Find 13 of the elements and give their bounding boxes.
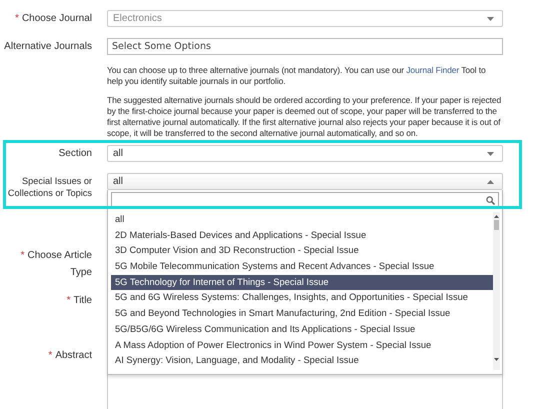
field-label: Choose Journal bbox=[22, 13, 92, 24]
required-mark: * bbox=[48, 350, 52, 361]
field-label: Title bbox=[73, 295, 92, 306]
help-paragraph: The suggested alternative journals should be ordered according to your preference. If your paper is rejected by the first-choice journal because your paper is deemed out of scope, your paper will be transferred to the first alternative journal automatically. If the first alternative journal also rejects your paper because it is out of scope, it will be transferred to the second alternative journal automatically, and so on. bbox=[107, 95, 502, 139]
field-label: Alternative Journals bbox=[4, 41, 92, 52]
field-label: Section bbox=[58, 148, 92, 159]
field-label: Abstract bbox=[55, 350, 92, 361]
field-label: Special Issues or Collections or Topics bbox=[8, 176, 92, 198]
required-mark: * bbox=[20, 250, 25, 261]
field-label: Choose Article Type bbox=[28, 250, 92, 278]
required-mark: * bbox=[15, 13, 19, 24]
required-mark: * bbox=[66, 295, 70, 306]
help-paragraph: You can choose up to three alternative journals (not mandatory). You can use our Journal Finder Tool to help you identify suitable journals in our portfolio. bbox=[107, 65, 487, 87]
